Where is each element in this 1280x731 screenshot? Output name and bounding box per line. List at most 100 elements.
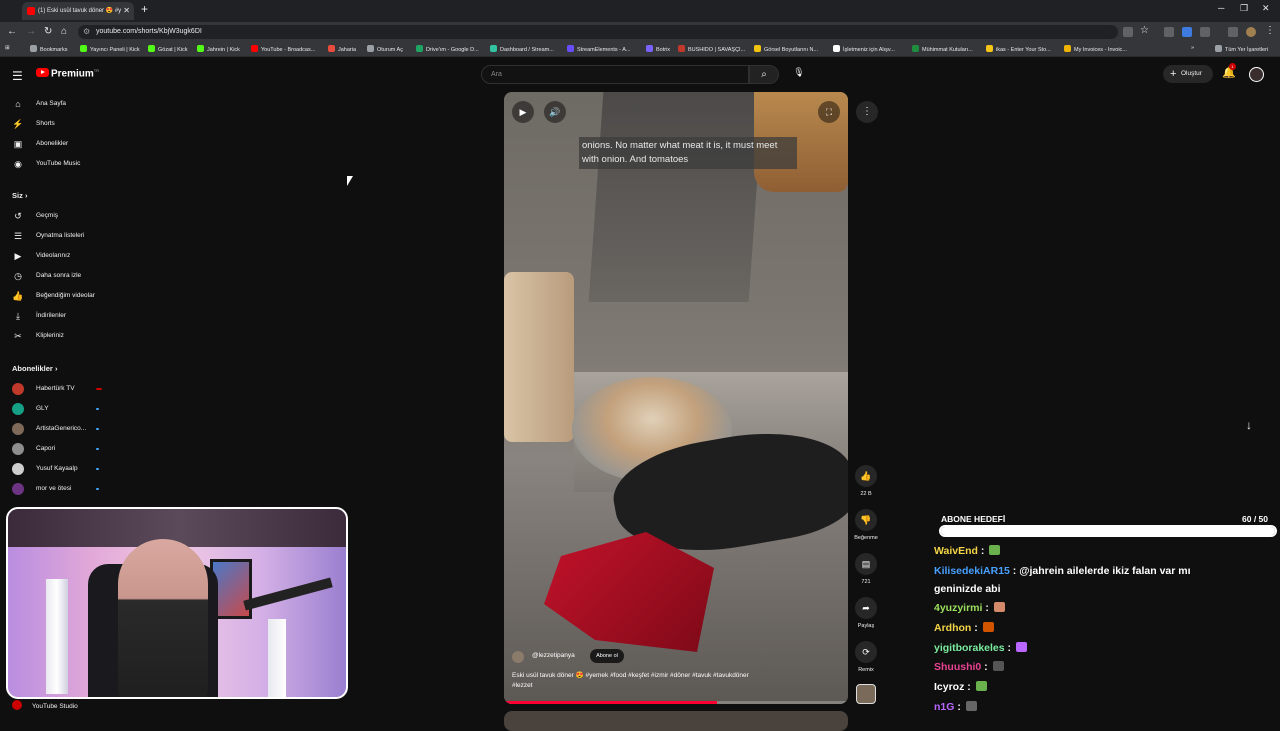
bookmark-favicon-icon bbox=[197, 45, 204, 52]
shorts-player[interactable]: onions. No matter what meat it is, it mu… bbox=[504, 92, 848, 704]
bookmark-item[interactable]: Drive'ım - Google D... bbox=[416, 45, 479, 53]
subscription-channel[interactable]: ArtistaGenerico... bbox=[0, 419, 110, 439]
bookmark-item[interactable]: BUSHIDO | SAVAŞÇI... bbox=[678, 45, 745, 53]
reload-icon[interactable]: ↻ bbox=[44, 26, 52, 37]
bookmark-item[interactable]: Mühimmat Kutuları... bbox=[912, 45, 973, 53]
apps-grid-icon[interactable]: ⊞ bbox=[5, 45, 10, 51]
subscriptions-section-header[interactable]: Abonelikler › bbox=[12, 364, 57, 373]
sidebar-item-beğendiğim-videolar[interactable]: 👍 Beğendiğim videolar bbox=[0, 286, 110, 306]
next-short-preview[interactable] bbox=[504, 711, 848, 731]
bookmark-item[interactable]: ikas - Enter Your Sto... bbox=[986, 45, 1051, 53]
play-button[interactable]: ▶ bbox=[512, 101, 534, 123]
forward-icon[interactable]: → bbox=[26, 26, 36, 37]
install-app-icon[interactable] bbox=[1123, 27, 1133, 37]
maximize-button[interactable]: ❐ bbox=[1240, 3, 1248, 14]
url-text: youtube.com/shorts/KbjW3ugk6DI bbox=[96, 28, 202, 35]
like-button[interactable]: 👍 22 B bbox=[854, 465, 878, 497]
home-browser-icon[interactable]: ⌂ bbox=[61, 26, 67, 37]
sidebar-item-ana-sayfa[interactable]: ⌂ Ana Sayfa bbox=[0, 94, 110, 114]
subscribe-button[interactable]: Abone ol bbox=[590, 649, 624, 663]
bookmark-item[interactable]: İşletmeniz için Alışv... bbox=[833, 45, 895, 53]
bookmark-item[interactable]: Botrix bbox=[646, 45, 670, 53]
bookmark-item[interactable]: Yayıncı Paneli | Kick bbox=[80, 45, 140, 53]
address-bar[interactable]: ⚙ youtube.com/shorts/KbjW3ugk6DI bbox=[78, 25, 1118, 39]
bookmark-item[interactable]: StreamElements - A... bbox=[567, 45, 631, 53]
remix-label: Remix bbox=[858, 667, 874, 673]
comments-button[interactable]: ▤ 721 bbox=[854, 553, 878, 585]
bookmark-item[interactable]: Gözat | Kick bbox=[148, 45, 188, 53]
subscriber-goal-title: ABONE HEDEFİ bbox=[941, 514, 1006, 524]
notifications-bell-icon[interactable]: 🔔 1 bbox=[1222, 63, 1236, 79]
account-avatar[interactable] bbox=[1249, 67, 1264, 82]
sidebar-item-oynatma-listeleri[interactable]: ☰ Oynatma listeleri bbox=[0, 226, 110, 246]
sidebar-item-youtube-music[interactable]: ◉ YouTube Music bbox=[0, 154, 110, 174]
channel-name[interactable]: @lezzetipanya bbox=[532, 652, 575, 659]
bookmark-label: StreamElements - A... bbox=[577, 47, 631, 53]
sidebar-item-label: YouTube Music bbox=[36, 160, 81, 167]
remix-button[interactable]: ⟳ Remix bbox=[854, 641, 878, 673]
bookmark-label: BUSHIDO | SAVAŞÇI... bbox=[688, 47, 746, 53]
mute-button[interactable]: 🔊 bbox=[544, 101, 566, 123]
volume-icon: 🔊 bbox=[549, 107, 561, 117]
extension-icon[interactable] bbox=[1182, 27, 1192, 37]
subscription-channel[interactable]: GLY bbox=[0, 399, 110, 419]
youtube-studio-link[interactable]: YouTube Studio bbox=[12, 700, 78, 710]
playlists-icon: ☰ bbox=[13, 231, 23, 241]
minimize-button[interactable]: ─ bbox=[1218, 3, 1224, 13]
sidebar-item-shorts[interactable]: ⚡ Shorts bbox=[0, 114, 110, 134]
bookmark-star-icon[interactable]: ☆ bbox=[1140, 25, 1149, 36]
youtube-premium-logo[interactable]: PremiumTR bbox=[36, 68, 99, 82]
sidebar-item-abonelikler[interactable]: ▣ Abonelikler bbox=[0, 134, 110, 154]
fullscreen-button[interactable]: ⛶ bbox=[818, 101, 840, 123]
bookmark-item[interactable]: My Invoices - Invoic... bbox=[1064, 45, 1127, 53]
more-bookmarks-button[interactable]: » bbox=[1191, 45, 1194, 51]
dislike-button[interactable]: 👎 Beğenme bbox=[854, 509, 878, 541]
chat-message: Ardhon : bbox=[934, 622, 994, 634]
subscription-channel[interactable]: Capori bbox=[0, 439, 110, 459]
channel-label: Yusuf Kayaalp bbox=[36, 465, 78, 472]
bookmark-item[interactable]: Jaharia bbox=[328, 45, 356, 53]
sound-source-thumbnail[interactable] bbox=[854, 684, 878, 704]
bookmark-label: Drive'ım - Google D... bbox=[426, 47, 479, 53]
extension-icon[interactable] bbox=[1164, 27, 1174, 37]
bookmark-item[interactable]: YouTube - Broadcas... bbox=[251, 45, 315, 53]
sidebar-item-geçmiş[interactable]: ↺ Geçmiş bbox=[0, 206, 110, 226]
profile-avatar[interactable] bbox=[1246, 27, 1256, 37]
bookmark-item[interactable]: Oturum Aç bbox=[367, 45, 403, 53]
next-video-arrow-icon[interactable]: ↓ bbox=[1246, 418, 1252, 432]
video-progress-bar[interactable] bbox=[504, 701, 848, 704]
subscription-channel[interactable]: Habertürk TV bbox=[0, 379, 110, 399]
browser-tab[interactable]: (1) Eski usül tavuk döner 😍 #y ✕ bbox=[22, 2, 134, 20]
site-info-icon[interactable]: ⚙ bbox=[83, 25, 90, 39]
more-options-icon[interactable]: ⋮ bbox=[856, 101, 878, 123]
bookmark-item[interactable]: Bookmarks bbox=[30, 45, 68, 53]
hamburger-menu-icon[interactable]: ☰ bbox=[12, 69, 23, 83]
all-bookmarks-button[interactable]: Tüm Yer İşaretleri bbox=[1215, 45, 1268, 53]
short-description: Eski usül tavuk döner 😍 #yemek #food #ke… bbox=[512, 671, 752, 691]
create-button[interactable]: + Oluştur bbox=[1163, 65, 1213, 83]
channel-avatar[interactable] bbox=[512, 651, 524, 663]
you-section-header[interactable]: Siz › bbox=[12, 191, 27, 200]
bookmark-item[interactable]: Dashboard / Stream... bbox=[490, 45, 554, 53]
new-content-dot bbox=[96, 448, 99, 450]
chat-separator: : bbox=[982, 602, 992, 614]
media-control-icon[interactable] bbox=[1228, 27, 1238, 37]
bookmark-item[interactable]: Jahrein | Kick bbox=[197, 45, 240, 53]
sidebar-item-daha-sonra-izle[interactable]: ◷ Daha sonra izle bbox=[0, 266, 110, 286]
new-tab-button[interactable]: + bbox=[141, 2, 148, 16]
back-icon[interactable]: ← bbox=[7, 26, 17, 37]
browser-menu-icon[interactable]: ⋮ bbox=[1265, 25, 1275, 36]
extensions-puzzle-icon[interactable] bbox=[1200, 27, 1210, 37]
search-button[interactable]: ⌕ bbox=[749, 65, 779, 84]
sidebar-item-klipleriniz[interactable]: ✂ Klipleriniz bbox=[0, 326, 110, 346]
tab-close-icon[interactable]: ✕ bbox=[123, 2, 130, 20]
bookmark-item[interactable]: Görsel Boyutlarını N... bbox=[754, 45, 818, 53]
close-window-button[interactable]: ✕ bbox=[1262, 3, 1270, 14]
voice-search-icon[interactable]: 🎙 bbox=[792, 67, 806, 81]
subscription-channel[interactable]: Yusuf Kayaalp bbox=[0, 459, 110, 479]
sidebar-item-videolarınız[interactable]: ▶ Videolarınız bbox=[0, 246, 110, 266]
share-button[interactable]: ➦ Paylaş bbox=[854, 597, 878, 629]
search-input[interactable]: Ara bbox=[481, 65, 749, 84]
subscription-channel[interactable]: mor ve ötesi bbox=[0, 479, 110, 499]
sidebar-item-i-ndirilenler[interactable]: ⤓ İndirilenler bbox=[0, 306, 110, 326]
